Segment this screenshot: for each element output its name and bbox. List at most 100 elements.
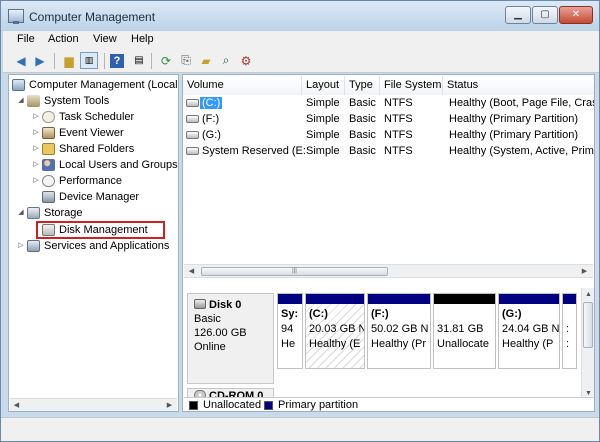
partition-system-reserved[interactable]: Sy: 94 He <box>277 293 303 369</box>
menu-file[interactable]: File <box>17 33 35 45</box>
status-bar <box>1 417 599 441</box>
export-icon[interactable]: ⎘ <box>177 52 195 69</box>
search-icon[interactable]: ⌕ <box>217 52 235 69</box>
expand-arrow-icon[interactable]: ▷ <box>31 109 41 125</box>
volume-file-system: NTFS <box>384 113 413 125</box>
column-header-file-system[interactable]: File System <box>380 76 443 95</box>
scrollbar-thumb[interactable] <box>583 302 593 348</box>
tree-item-local-users-and-groups[interactable]: ▷ Local Users and Groups <box>31 157 178 173</box>
tree-item-event-viewer[interactable]: ▷ Event Viewer <box>31 125 124 141</box>
close-button[interactable]: ✕ <box>559 6 593 24</box>
drive-icon <box>186 147 199 155</box>
disk-management-pane: Volume Layout Type File System Status (C… <box>182 74 595 412</box>
tree-item-performance[interactable]: ▷ Performance <box>31 173 122 189</box>
up-folder-icon[interactable]: ▆ <box>60 52 78 69</box>
disk-0-label[interactable]: Disk 0 Basic 126.00 GB Online <box>187 293 274 384</box>
partition-color-bar <box>306 294 364 304</box>
partition-e[interactable]: :: <box>562 293 577 369</box>
legend-swatch-unallocated <box>189 401 198 410</box>
forward-arrow-icon[interactable]: ▶ <box>31 52 49 69</box>
volume-type: Basic <box>349 97 376 109</box>
volume-name: (C:) <box>200 97 223 109</box>
legend-label-primary: Primary partition <box>278 399 359 411</box>
console-tree-pane: Computer Management (Local ◢ System Tools… <box>8 74 179 412</box>
partition-f[interactable]: (F:) 50.02 GB N Healthy (Pr <box>367 293 431 369</box>
menu-view[interactable]: View <box>93 33 117 45</box>
volume-layout: Simple <box>306 129 340 141</box>
partition-color-bar <box>499 294 559 304</box>
volume-type: Basic <box>349 145 376 157</box>
help-icon[interactable]: ? <box>110 54 124 68</box>
device-manager-icon <box>42 191 55 203</box>
column-header-layout[interactable]: Layout <box>302 76 345 95</box>
partition-c[interactable]: (C:) 20.03 GB N Healthy (E <box>305 293 365 369</box>
maximize-button[interactable]: ▢ <box>532 6 558 24</box>
partition-unallocated[interactable]: 31.81 GB Unallocate <box>433 293 496 369</box>
volume-row[interactable]: (C:) Simple Basic NTFS Healthy (Boot, Pa… <box>183 95 594 111</box>
disk-icon <box>194 299 206 309</box>
column-header-type[interactable]: Type <box>345 76 380 95</box>
expand-arrow-icon[interactable]: ▷ <box>31 125 41 141</box>
volume-list-horizontal-scrollbar[interactable]: ◀ ||| ▶ <box>184 264 593 278</box>
legend-swatch-primary <box>264 401 273 410</box>
disk-type: Basic <box>194 313 221 325</box>
disk-name: Disk 0 <box>209 299 242 311</box>
menu-action[interactable]: Action <box>48 33 79 45</box>
tree-item-storage[interactable]: ◢ Storage <box>16 205 83 221</box>
tree-item-task-scheduler[interactable]: ▷ Task Scheduler <box>31 109 134 125</box>
menu-help[interactable]: Help <box>131 33 154 45</box>
refresh-icon[interactable]: ⟳ <box>157 52 175 69</box>
back-arrow-icon[interactable]: ◀ <box>12 52 30 69</box>
volume-type: Basic <box>349 113 376 125</box>
shared-folder-icon <box>42 143 55 155</box>
volume-name: (F:) <box>202 113 220 125</box>
column-header-status[interactable]: Status <box>443 76 594 95</box>
legend: Unallocated Primary partition <box>184 397 594 411</box>
partition-color-bar <box>278 294 302 304</box>
volume-file-system: NTFS <box>384 129 413 141</box>
expand-arrow-icon[interactable]: ▷ <box>16 238 26 254</box>
tree-item-system-tools[interactable]: ◢ System Tools <box>16 93 109 109</box>
storage-icon <box>27 207 40 219</box>
title-bar[interactable]: Computer Management ▁ ▢ ✕ <box>1 1 599 31</box>
scroll-left-icon[interactable]: ◀ <box>185 266 198 277</box>
drive-icon <box>186 131 199 139</box>
properties-icon[interactable]: ▤ <box>130 52 148 69</box>
expand-arrow-icon[interactable]: ▷ <box>31 141 41 157</box>
expand-arrow-icon[interactable]: ▷ <box>31 173 41 189</box>
volume-type: Basic <box>349 129 376 141</box>
scroll-right-icon[interactable]: ▶ <box>163 400 176 411</box>
minimize-button[interactable]: ▁ <box>505 6 531 24</box>
volume-row[interactable]: (G:) Simple Basic NTFS Healthy (Primary … <box>183 127 594 143</box>
column-header-volume[interactable]: Volume <box>183 76 302 95</box>
tree-item-shared-folders[interactable]: ▷ Shared Folders <box>31 141 134 157</box>
expand-arrow-icon[interactable]: ▷ <box>31 157 41 173</box>
tree-item-device-manager[interactable]: Device Manager <box>41 189 139 205</box>
scroll-left-icon[interactable]: ◀ <box>10 400 23 411</box>
volume-status: Healthy (Boot, Page File, Crash <box>449 97 594 109</box>
volume-status: Healthy (System, Active, Prima <box>449 145 594 157</box>
volume-status: Healthy (Primary Partition) <box>449 129 578 141</box>
tree-horizontal-scrollbar[interactable]: ◀ ▶ <box>10 398 177 411</box>
scroll-right-icon[interactable]: ▶ <box>578 266 591 277</box>
collapse-arrow-icon[interactable]: ◢ <box>16 93 26 109</box>
volume-file-system: NTFS <box>384 97 413 109</box>
event-viewer-icon <box>42 127 55 139</box>
window-title: Computer Management <box>29 10 156 24</box>
disk-status: Online <box>194 341 226 353</box>
disk-view-vertical-scrollbar[interactable]: ▲ ▼ <box>581 288 594 402</box>
partition-g[interactable]: (G:) 24.04 GB N Healthy (P <box>498 293 560 369</box>
users-icon <box>42 159 55 171</box>
settings-icon[interactable]: ⚙ <box>237 52 255 69</box>
open-icon[interactable]: ▰ <box>197 52 215 69</box>
tree-item-computer-management[interactable]: Computer Management (Local <box>11 77 178 93</box>
scroll-up-icon[interactable]: ▲ <box>582 289 594 300</box>
volume-file-system: NTFS <box>384 145 413 157</box>
scrollbar-thumb[interactable]: ||| <box>201 267 388 276</box>
volume-row[interactable]: (F:) Simple Basic NTFS Healthy (Primary … <box>183 111 594 127</box>
show-hide-tree-icon[interactable]: ▥ <box>80 52 98 69</box>
collapse-arrow-icon[interactable]: ◢ <box>16 205 26 221</box>
volume-row[interactable]: System Reserved (E:) Simple Basic NTFS H… <box>183 143 594 159</box>
disk-graphical-view: Disk 0 Basic 126.00 GB Online Sy: 94 He (C… <box>184 288 581 388</box>
tree-item-services-and-applications[interactable]: ▷ Services and Applications <box>16 238 169 254</box>
